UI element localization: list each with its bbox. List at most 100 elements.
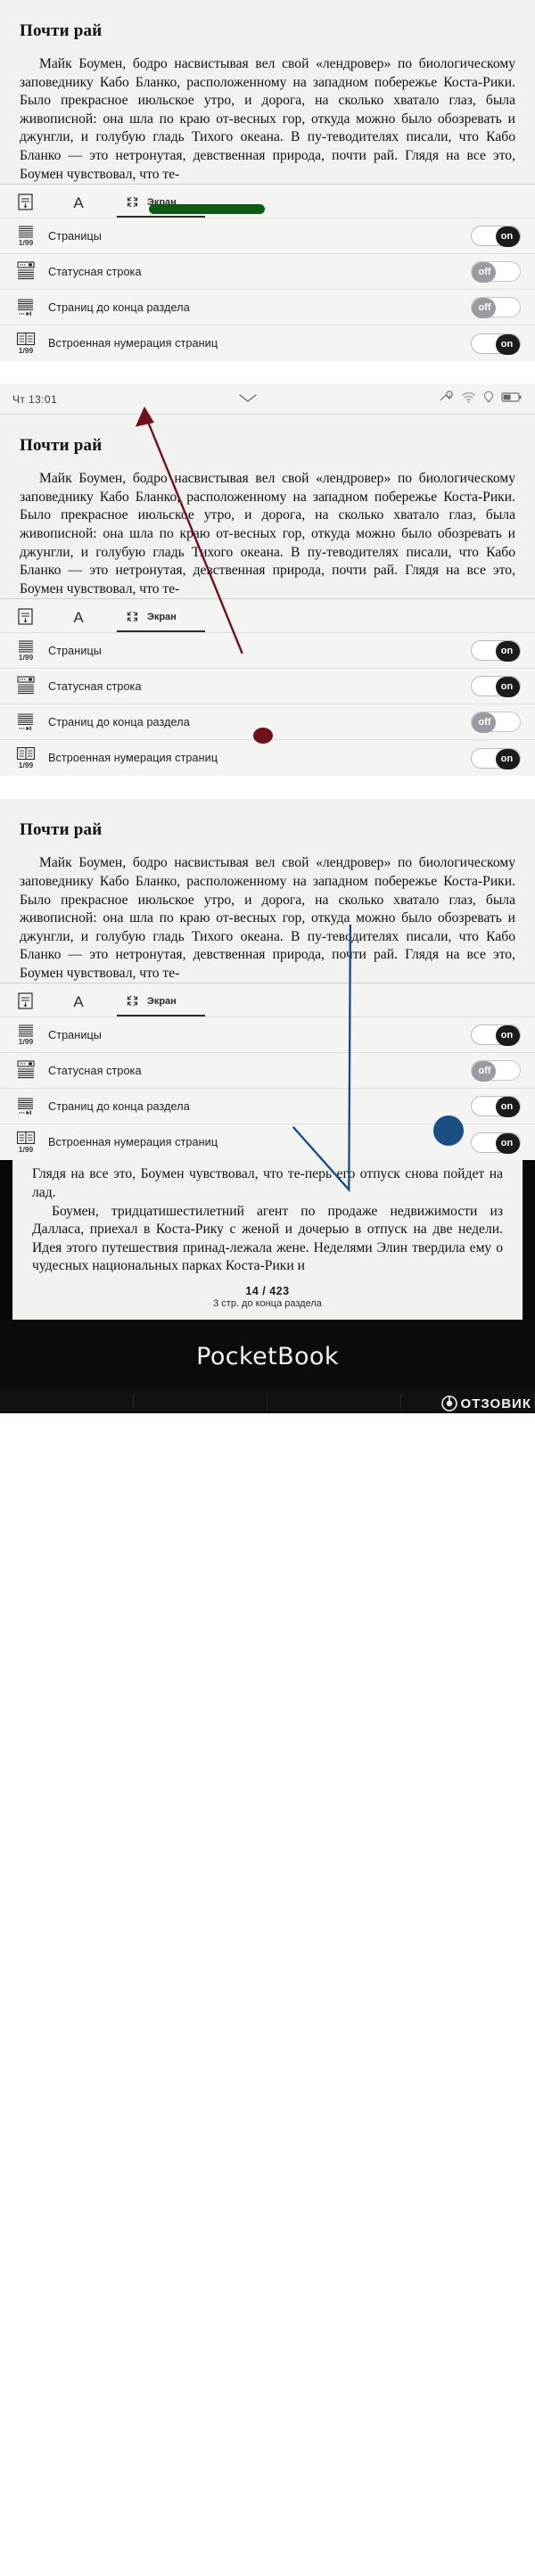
- setting-row-pages-to-end[interactable]: Страниц до конца раздела on: [0, 1088, 535, 1123]
- page-layout-icon: [18, 608, 33, 625]
- pages-icon: 1/99: [12, 639, 39, 662]
- tab-font[interactable]: A: [68, 190, 95, 218]
- wifi-icon[interactable]: [461, 391, 476, 408]
- sync-icon[interactable]: ?: [439, 391, 454, 408]
- page-layout-icon: [18, 193, 33, 210]
- tab-page-layout[interactable]: [16, 989, 41, 1016]
- toggle-pages[interactable]: on: [471, 1025, 521, 1047]
- pages-remaining-label: 3 стр. до конца раздела: [213, 1298, 322, 1310]
- toggle-state-label: on: [500, 231, 514, 243]
- svg-text:A: A: [73, 609, 84, 625]
- bezel-key[interactable]: [268, 1394, 401, 1411]
- battery-icon: [501, 391, 523, 407]
- fullscreen-icon: [124, 193, 141, 210]
- page-layout-icon: [18, 992, 33, 1010]
- screen-settings-panel-1: A Экран 1/99 Страницы on Статусная строк…: [0, 184, 535, 362]
- device-bezel-keys: ОТЗОВИК: [0, 1390, 535, 1414]
- toggle-state-label: off: [478, 267, 491, 278]
- setting-row-builtin-numbering[interactable]: 1/99 Встроенная нумерация страниц on: [0, 1123, 535, 1160]
- tab-screen-label: Экран: [147, 995, 177, 1007]
- setting-label-pages: Страницы: [48, 1028, 102, 1041]
- pages-icon: 1/99: [12, 225, 39, 247]
- toggle-state-label: on: [500, 338, 514, 350]
- setting-row-status-bar[interactable]: Статусная строка on: [0, 668, 535, 704]
- toggle-pages-to-end[interactable]: off: [471, 297, 521, 319]
- pages-to-end-icon: [12, 712, 39, 731]
- setting-row-pages-to-end[interactable]: Страниц до конца раздела off: [0, 704, 535, 739]
- device-shell: Глядя на все это, Боумен чувствовал, что…: [0, 1160, 535, 1321]
- page-indicator: 14 / 423 3 стр. до конца раздела: [12, 1276, 523, 1321]
- pages-icon-sub: 1/99: [18, 1037, 34, 1047]
- watermark-logo-icon: [440, 1395, 457, 1411]
- settings-tabs: A Экран: [0, 185, 535, 218]
- setting-row-builtin-numbering[interactable]: 1/99 Встроенная нумерация страниц on: [0, 739, 535, 776]
- toggle-state-label: on: [500, 646, 514, 657]
- device-screen: Глядя на все это, Боумен чувствовал, что…: [12, 1160, 523, 1321]
- book-numbering-icon-sub: 1/99: [18, 346, 34, 356]
- book-paragraph: Майк Боумен, бодро насвистывая вел свой …: [20, 855, 515, 981]
- tab-screen[interactable]: Экран: [117, 989, 205, 1017]
- tab-screen[interactable]: Экран: [117, 605, 205, 633]
- toggle-status-bar[interactable]: off: [471, 1060, 521, 1082]
- book-paragraph: Майк Боумен, бодро насвистывая вел свой …: [20, 471, 515, 597]
- pocketbook-logo: PocketBook: [196, 1343, 339, 1371]
- settings-tabs: A Экран: [0, 599, 535, 633]
- setting-row-pages[interactable]: 1/99 Страницы on: [0, 1016, 535, 1052]
- book-paragraph: Майк Боумен, бодро насвистывая вел свой …: [20, 56, 515, 182]
- status-bar-icons: ?: [439, 391, 523, 408]
- book-continuation-2: Боумен, тридцатишестилетний агент по про…: [32, 1203, 503, 1274]
- toggle-state-label: on: [500, 753, 514, 764]
- reader-page-2: Почти рай Майк Боумен, бодро насвистывая…: [0, 415, 535, 599]
- tab-page-layout[interactable]: [16, 605, 41, 632]
- section-separator: [0, 776, 535, 800]
- setting-row-status-bar[interactable]: Статусная строка off: [0, 1052, 535, 1088]
- book-numbering-icon-sub: 1/99: [18, 761, 34, 770]
- book-numbering-icon: 1/99: [12, 1131, 39, 1154]
- setting-row-builtin-numbering[interactable]: 1/99 Встроенная нумерация страниц on: [0, 325, 535, 361]
- watermark-text: ОТЗОВИК: [460, 1395, 531, 1411]
- tab-font[interactable]: A: [68, 605, 95, 632]
- bezel-key[interactable]: [0, 1394, 134, 1411]
- status-bar-icon: [12, 676, 39, 696]
- font-size-icon: A: [70, 608, 87, 626]
- bezel-key[interactable]: [134, 1394, 268, 1411]
- toggle-pages-to-end[interactable]: off: [471, 712, 521, 734]
- font-size-icon: A: [70, 193, 87, 211]
- status-bar-center: [57, 391, 439, 408]
- screen-settings-panel-2: A Экран 1/99 Страницы on Статусная строк…: [0, 598, 535, 777]
- svg-text:?: ?: [449, 392, 451, 397]
- setting-row-pages[interactable]: 1/99 Страницы on: [0, 632, 535, 668]
- book-numbering-icon-sub: 1/99: [18, 1145, 34, 1155]
- toggle-builtin-numbering[interactable]: on: [471, 1132, 521, 1154]
- tab-screen-label: Экран: [147, 196, 177, 208]
- setting-row-pages-to-end[interactable]: Страниц до конца раздела off: [0, 289, 535, 325]
- tab-font[interactable]: A: [68, 989, 95, 1016]
- toggle-state-label: on: [500, 1137, 514, 1148]
- toggle-pages[interactable]: on: [471, 226, 521, 248]
- toggle-builtin-numbering[interactable]: on: [471, 333, 521, 355]
- setting-row-pages[interactable]: 1/99 Страницы on: [0, 218, 535, 253]
- toggle-status-bar[interactable]: off: [471, 261, 521, 284]
- setting-label-pages: Страницы: [48, 644, 102, 657]
- chapter-title: Почти рай: [20, 820, 103, 840]
- toggle-status-bar[interactable]: on: [471, 676, 521, 698]
- screen-settings-panel-3: A Экран 1/99 Страницы on Статусная строк…: [0, 983, 535, 1161]
- section-separator: [0, 361, 535, 385]
- chapter-title: Почти рай: [20, 436, 103, 456]
- book-numbering-icon: 1/99: [12, 746, 39, 770]
- setting-label-builtin-numbering: Встроенная нумерация страниц: [48, 337, 218, 350]
- tab-page-layout[interactable]: [16, 190, 41, 218]
- setting-label-pages-to-end: Страниц до конца раздела: [48, 1099, 190, 1113]
- toggle-pages[interactable]: on: [471, 640, 521, 663]
- book-numbering-icon: 1/99: [12, 332, 39, 355]
- setting-row-status-bar[interactable]: Статусная строка off: [0, 253, 535, 289]
- reader-page-1: Почти рай Майк Боумен, бодро насвистывая…: [0, 0, 535, 185]
- frontlight-bulb-icon[interactable]: [483, 391, 494, 408]
- tab-screen[interactable]: Экран: [117, 190, 205, 218]
- setting-label-pages-to-end: Страниц до конца раздела: [48, 300, 190, 314]
- toggle-state-label: on: [500, 1030, 514, 1041]
- chevron-down-icon[interactable]: [235, 391, 261, 408]
- toggle-state-label: on: [500, 1101, 514, 1113]
- toggle-builtin-numbering[interactable]: on: [471, 747, 521, 770]
- toggle-pages-to-end[interactable]: on: [471, 1096, 521, 1118]
